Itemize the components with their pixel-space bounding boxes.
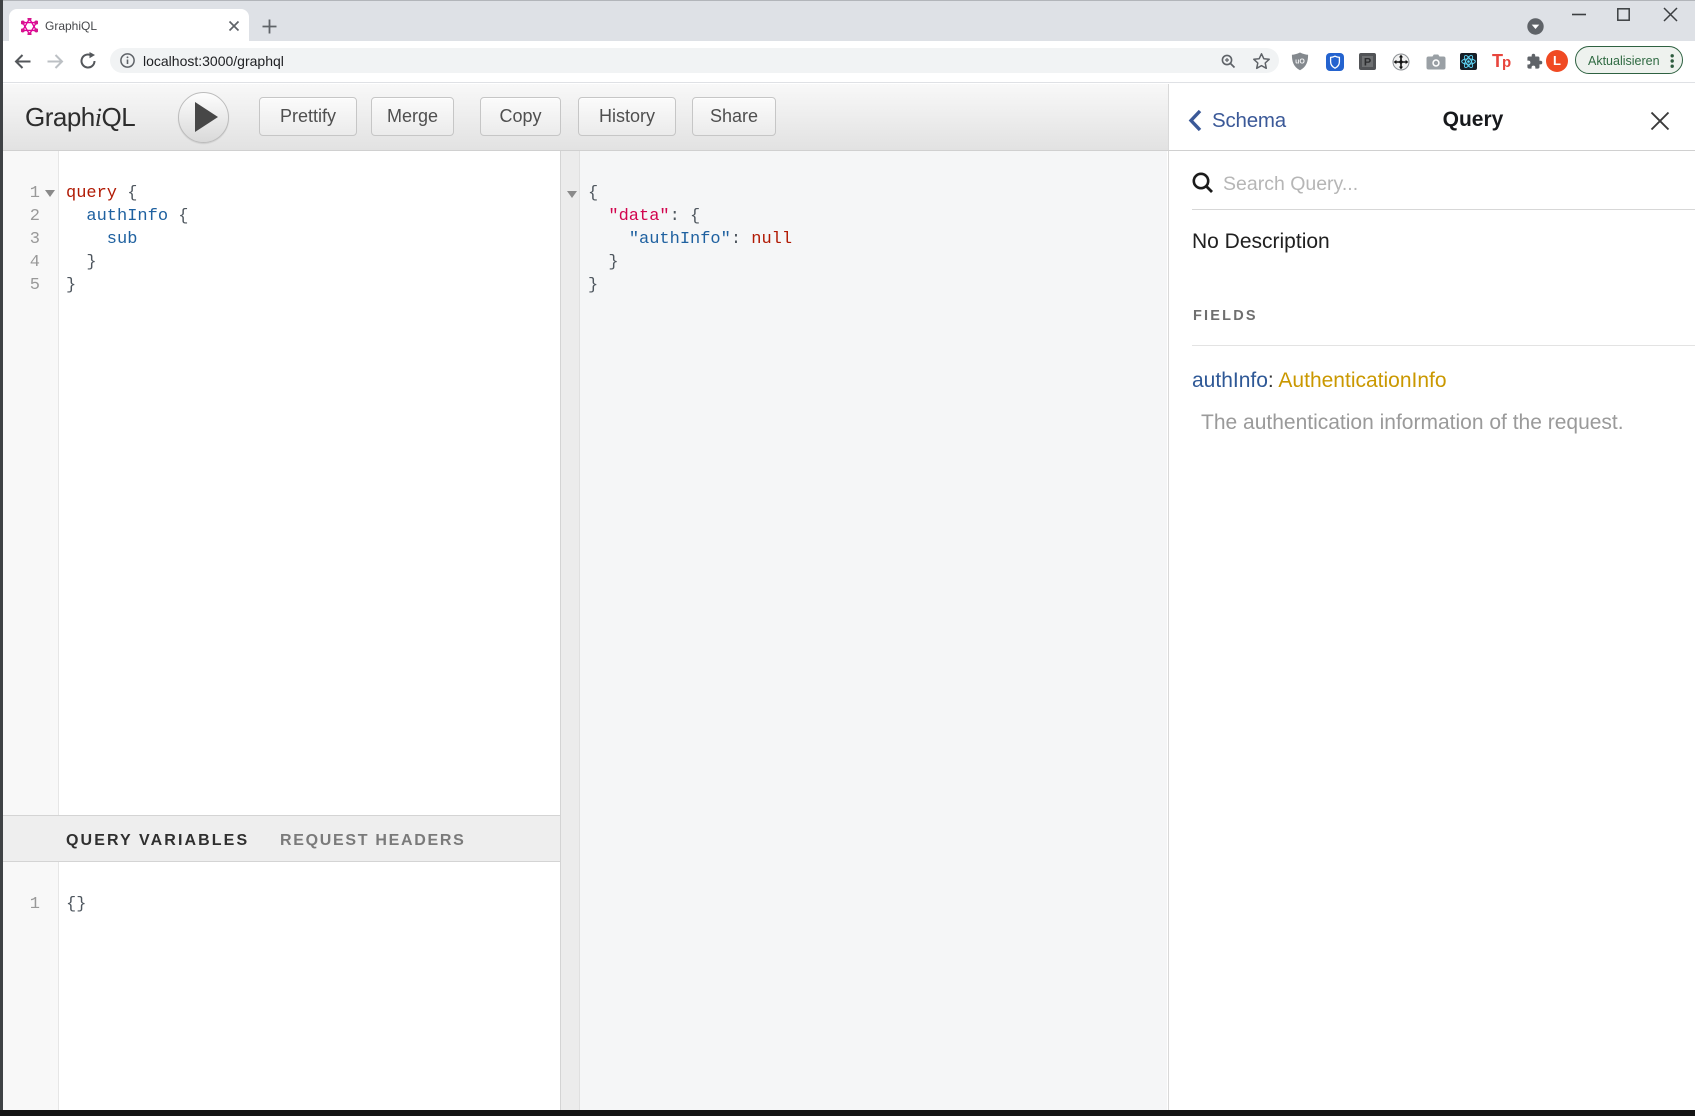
svg-text:uO: uO <box>1295 58 1305 65</box>
svg-text:P: P <box>1364 57 1371 69</box>
